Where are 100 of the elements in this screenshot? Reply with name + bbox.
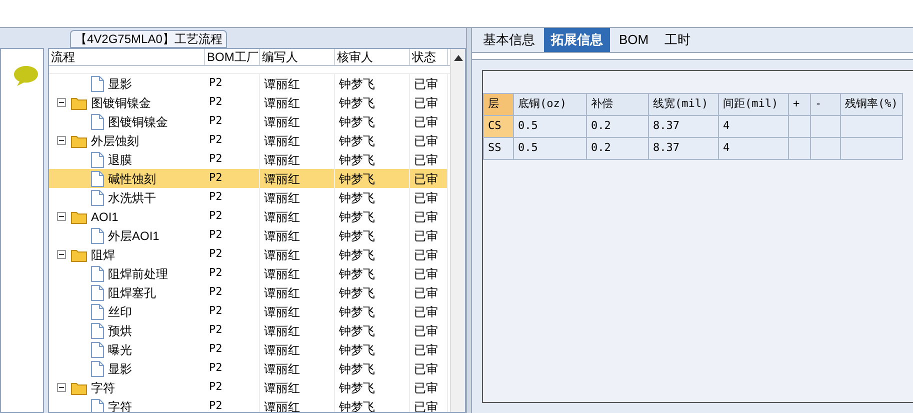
table-cell-text: 已审 <box>414 152 438 168</box>
table-cell-text: 钟梦飞 <box>339 208 375 226</box>
scroll-up-arrow-icon[interactable] <box>454 55 462 61</box>
table-cell-text: 已审 <box>414 342 438 358</box>
table-cell-text: 谭丽红 <box>264 228 300 244</box>
column-header[interactable]: 核审人 <box>335 49 410 65</box>
table-cell-text: 钟梦飞 <box>339 114 375 130</box>
table-cell-text: 钟梦飞 <box>339 190 375 206</box>
table-cell: 8.37 <box>653 141 680 154</box>
tree-item-label[interactable]: 丝印 <box>108 302 132 320</box>
table-cell-text: 谭丽红 <box>264 266 300 282</box>
tree-item-label[interactable]: 显影 <box>108 360 132 378</box>
table-cell-text: P2 <box>209 151 222 168</box>
collapse-toggle-icon[interactable] <box>57 98 66 107</box>
row-header: SS <box>488 141 502 154</box>
table-cell-text: 钟梦飞 <box>339 152 375 168</box>
column-header[interactable]: 状态 <box>410 49 448 65</box>
table-cell-text: 钟梦飞 <box>339 380 375 396</box>
column-header[interactable]: BOM工厂 <box>205 49 260 65</box>
document-icon <box>91 360 104 376</box>
table-cell-text: P2 <box>209 360 222 376</box>
tree-item-label[interactable]: 退膜 <box>108 150 132 168</box>
table-cell-text: 谭丽红 <box>264 398 300 412</box>
table-cell-text: 已审 <box>414 76 438 92</box>
table-cell-text: 已审 <box>414 170 438 188</box>
tab[interactable]: 基本信息 <box>476 28 542 52</box>
document-icon <box>91 284 104 300</box>
column-header[interactable]: 编写人 <box>260 49 335 65</box>
tree-folder-label[interactable]: AOI1 <box>91 208 118 226</box>
table-cell-text: P2 <box>209 379 222 396</box>
tree-item-label[interactable]: 显影 <box>108 74 132 92</box>
document-icon <box>91 322 104 338</box>
table-cell-text: 钟梦飞 <box>339 360 375 378</box>
collapse-toggle-icon[interactable] <box>57 383 66 392</box>
table-cell-text: 钟梦飞 <box>339 284 375 302</box>
table-cell-text: 已审 <box>414 360 438 378</box>
folder-icon <box>71 134 87 148</box>
tree-folder-label[interactable]: 字符 <box>91 378 115 396</box>
table-cell-text: 钟梦飞 <box>339 228 375 244</box>
table-cell-text: P2 <box>209 189 222 206</box>
column-header[interactable]: 层 <box>484 94 514 116</box>
column-header[interactable]: 补偿 <box>586 94 648 116</box>
tree-item-label[interactable]: 字符 <box>108 398 132 412</box>
tree-item-label[interactable]: 水洗烘干 <box>108 188 156 206</box>
table-cell-text: P2 <box>209 75 222 92</box>
table-cell-text: 钟梦飞 <box>339 76 375 92</box>
table-cell: 0.5 <box>518 141 538 154</box>
scrollbar[interactable] <box>450 49 465 412</box>
table-cell-text: 谭丽红 <box>264 322 300 340</box>
table-cell-text: 谭丽红 <box>264 246 300 264</box>
document-icon <box>91 304 104 320</box>
column-header[interactable]: 线宽(mil) <box>648 94 718 116</box>
collapse-toggle-icon[interactable] <box>57 136 66 145</box>
table-cell-text: 钟梦飞 <box>339 398 375 412</box>
table-cell-text: P2 <box>209 303 222 320</box>
tab[interactable]: 工时 <box>658 28 698 52</box>
table-cell-text: 已审 <box>414 266 438 282</box>
document-icon <box>91 190 104 206</box>
table-cell-text: P2 <box>209 113 222 130</box>
table-cell-text: 谭丽红 <box>264 170 300 188</box>
table-cell-text: 已审 <box>414 398 438 412</box>
table-cell-text: 钟梦飞 <box>339 132 375 150</box>
column-header[interactable]: 间距(mil) <box>718 94 788 116</box>
tree-item-label[interactable]: 曝光 <box>108 340 132 358</box>
tree-folder-label[interactable]: 图镀铜镍金 <box>91 94 151 112</box>
folder-icon <box>71 210 87 224</box>
table-cell-text: 钟梦飞 <box>339 342 375 358</box>
document-icon <box>91 152 104 168</box>
tree-folder-label[interactable]: 外层蚀刻 <box>91 132 139 150</box>
column-header[interactable]: + <box>788 94 810 116</box>
column-header[interactable]: 残铜率(%) <box>840 94 902 116</box>
column-header[interactable]: 底铜(oz) <box>514 94 586 116</box>
table-cell: 4 <box>723 141 730 154</box>
tree-item-label[interactable]: 预烘 <box>108 322 132 340</box>
tab[interactable]: BOM <box>612 28 656 52</box>
table-cell: 4 <box>723 119 730 132</box>
collapse-toggle-icon[interactable] <box>57 250 66 259</box>
table-cell-text: 谭丽红 <box>264 208 300 226</box>
table-cell-text: 谭丽红 <box>264 152 300 168</box>
tree-item-label[interactable]: 图镀铜镍金 <box>108 112 168 130</box>
tree-item-label[interactable]: 阻焊前处理 <box>108 264 168 282</box>
table-cell-text: 已审 <box>414 132 438 150</box>
tree-item-label[interactable]: 阻焊塞孔 <box>108 284 156 302</box>
table-cell-text: P2 <box>209 246 222 262</box>
column-header[interactable]: 流程 <box>49 49 205 65</box>
document-icon <box>91 170 104 186</box>
table-cell-text: 已审 <box>414 114 438 130</box>
collapse-toggle-icon[interactable] <box>57 212 66 221</box>
tree-item-label[interactable]: 外层AOI1 <box>108 226 160 244</box>
table-cell-text: P2 <box>209 170 222 186</box>
table-cell-text: 已审 <box>414 322 438 340</box>
table-cell-text: 已审 <box>414 208 438 226</box>
table-cell-text: P2 <box>209 341 222 358</box>
tab[interactable]: 拓展信息 <box>544 28 610 52</box>
folder-icon <box>71 248 87 262</box>
tree-folder-label[interactable]: 阻焊 <box>91 246 115 264</box>
folder-icon <box>71 380 87 394</box>
document-icon <box>91 228 104 244</box>
table-cell-text: 已审 <box>414 228 438 244</box>
column-header[interactable]: - <box>810 94 840 116</box>
